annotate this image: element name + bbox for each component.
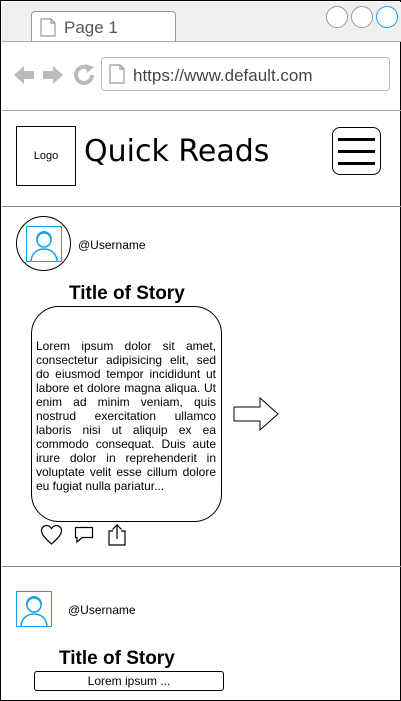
page-icon <box>109 64 125 84</box>
back-arrow-icon[interactable] <box>12 63 36 87</box>
comment-icon[interactable] <box>74 523 94 545</box>
logo-label: Logo <box>33 150 59 162</box>
menu-bar <box>338 162 375 165</box>
post-divider <box>2 566 401 567</box>
story-title[interactable]: Title of Story <box>69 283 185 305</box>
maximize-button[interactable] <box>351 6 373 28</box>
story-preview-button[interactable]: Lorem ipsum ... <box>34 671 224 691</box>
next-arrow-icon[interactable] <box>233 397 279 431</box>
tab-divider <box>2 41 401 42</box>
address-bar[interactable]: https://www.default.com <box>101 57 390 91</box>
heart-icon[interactable] <box>40 523 63 547</box>
reload-icon[interactable] <box>72 63 96 87</box>
logo: Logo <box>16 126 76 186</box>
story-card[interactable]: Lorem ipsum dolor sit amet, consectetur … <box>31 306 222 522</box>
header-divider <box>2 206 401 207</box>
minimize-button[interactable] <box>326 6 348 28</box>
toolbar-divider <box>2 110 401 111</box>
share-icon[interactable] <box>107 523 127 547</box>
close-button[interactable] <box>376 6 398 28</box>
post-username[interactable]: @Username <box>78 238 146 252</box>
forward-arrow-icon[interactable] <box>41 63 65 87</box>
app-title: Quick Reads <box>84 134 270 169</box>
menu-bar <box>338 138 375 141</box>
tab-title: Page 1 <box>64 18 118 37</box>
user-avatar-icon[interactable] <box>16 591 52 627</box>
browser-window: Page 1 https://www.default.com Logo Quic… <box>0 0 401 701</box>
story-excerpt: Lorem ipsum dolor sit amet, consectetur … <box>36 339 216 493</box>
url-text: https://www.default.com <box>133 66 313 85</box>
browser-tab[interactable]: Page 1 <box>31 11 176 41</box>
story-title[interactable]: Title of Story <box>59 648 175 670</box>
page-icon <box>40 18 56 37</box>
menu-bar <box>338 150 375 153</box>
hamburger-menu-button[interactable] <box>332 127 381 175</box>
user-avatar-icon[interactable] <box>26 226 62 262</box>
post-username[interactable]: @Username <box>68 603 136 617</box>
